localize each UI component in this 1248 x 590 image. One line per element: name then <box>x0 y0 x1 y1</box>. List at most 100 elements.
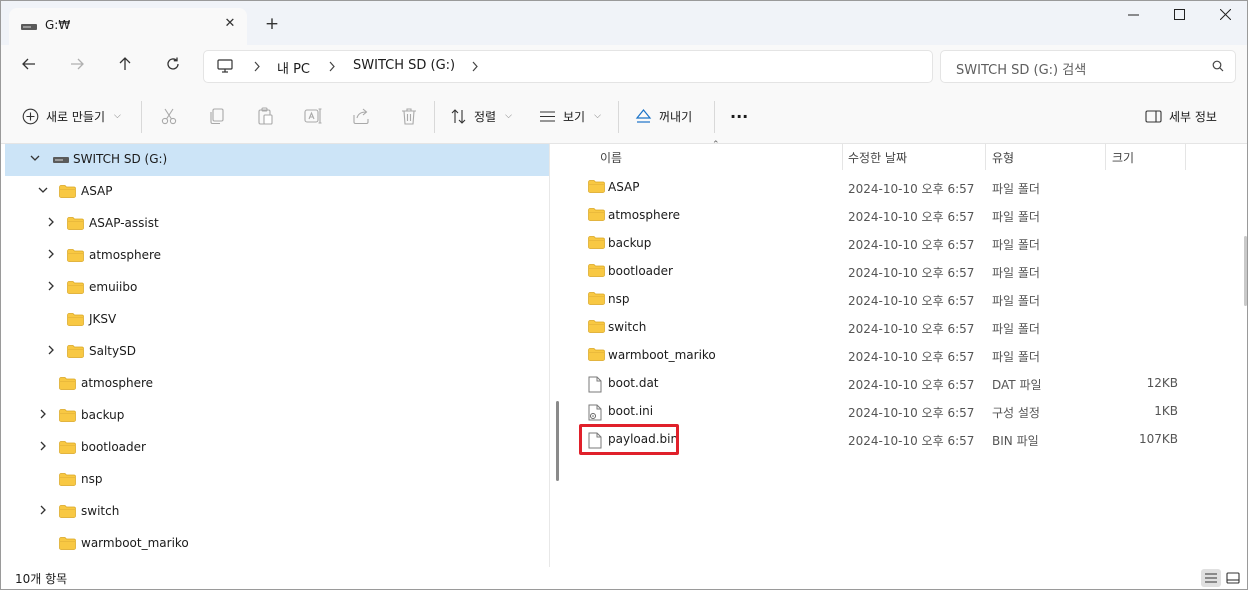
tiles-view-button[interactable] <box>1223 569 1243 587</box>
tree-label: atmosphere <box>81 376 153 390</box>
chevron-down-icon[interactable] <box>37 185 49 197</box>
column-header-size[interactable]: 크기 <box>1112 149 1134 175</box>
file-name: boot.ini <box>608 404 654 418</box>
tree-item-drive[interactable]: SWITCH SD (G:) <box>5 144 549 176</box>
tree-label: ASAP <box>81 184 113 198</box>
folder-row[interactable]: bootloader 2024-10-10 오후 6:57 파일 폴더 <box>567 258 1227 286</box>
copy-icon[interactable] <box>207 106 227 126</box>
details-pane-button[interactable]: 세부 정보 <box>1145 104 1217 128</box>
file-date: 2024-10-10 오후 6:57 <box>848 182 975 196</box>
refresh-button[interactable] <box>159 53 187 81</box>
tree-item[interactable]: switch <box>5 496 549 528</box>
breadcrumb-this-pc[interactable]: 내 PC <box>277 58 310 77</box>
folder-icon <box>67 217 84 230</box>
chevron-right-icon[interactable] <box>471 61 479 72</box>
minimize-icon <box>1127 14 1139 16</box>
file-type: 파일 폴더 <box>992 294 1040 308</box>
folder-icon <box>588 236 605 249</box>
cut-icon[interactable] <box>159 106 179 126</box>
chevron-right-icon[interactable] <box>37 441 49 453</box>
tree-item[interactable]: JKSV <box>5 304 549 336</box>
tab-active[interactable]: G:₩ ✕ <box>9 8 247 45</box>
tree-item[interactable]: bootloader <box>5 432 549 464</box>
chevron-right-icon[interactable] <box>328 61 336 72</box>
eject-button[interactable]: 꺼내기 <box>635 104 692 128</box>
column-divider[interactable] <box>842 144 843 170</box>
close-button[interactable] <box>1202 6 1247 26</box>
file-name: nsp <box>608 292 630 306</box>
column-divider[interactable] <box>985 144 986 170</box>
details-view-button[interactable] <box>1201 569 1221 587</box>
folder-row[interactable]: atmosphere 2024-10-10 오후 6:57 파일 폴더 <box>567 202 1227 230</box>
chevron-right-icon[interactable] <box>45 217 57 229</box>
file-row[interactable]: boot.dat 2024-10-10 오후 6:57 DAT 파일 12KB <box>567 370 1227 398</box>
address-bar[interactable]: 내 PC SWITCH SD (G:) <box>203 50 933 83</box>
file-type: 파일 폴더 <box>992 322 1040 336</box>
up-button[interactable] <box>111 53 139 81</box>
column-header-name[interactable]: 이름 <box>600 149 622 175</box>
chevron-right-icon[interactable] <box>37 409 49 421</box>
chevron-right-icon[interactable] <box>45 281 57 293</box>
folder-icon <box>59 473 76 486</box>
search-box[interactable]: SWITCH SD (G:) 검색 <box>940 50 1236 83</box>
chevron-down-icon: ⌵ <box>114 111 121 121</box>
tab-close-button[interactable]: ✕ <box>221 15 239 33</box>
column-divider[interactable] <box>1105 144 1106 170</box>
file-size: 12KB <box>1146 376 1178 390</box>
sort-button[interactable]: 정렬 ⌵ <box>450 104 512 128</box>
breadcrumb-drive[interactable]: SWITCH SD (G:) <box>353 58 455 73</box>
paste-icon[interactable] <box>255 106 275 126</box>
rename-icon[interactable] <box>303 106 323 126</box>
item-count: 10개 항목 <box>15 572 68 586</box>
chevron-right-icon[interactable] <box>253 61 261 72</box>
new-button[interactable]: 새로 만들기 ⌵ <box>22 104 121 128</box>
search-icon[interactable] <box>1212 60 1224 72</box>
forward-button[interactable] <box>63 53 91 81</box>
file-type: 파일 폴더 <box>992 182 1040 196</box>
share-icon[interactable] <box>351 106 371 126</box>
column-header-type[interactable]: 유형 <box>992 149 1014 175</box>
chevron-right-icon[interactable] <box>45 249 57 261</box>
file-date: 2024-10-10 오후 6:57 <box>848 350 975 364</box>
folder-row[interactable]: nsp 2024-10-10 오후 6:57 파일 폴더 <box>567 286 1227 314</box>
back-button[interactable] <box>15 53 43 81</box>
folder-row[interactable]: ASAP 2024-10-10 오후 6:57 파일 폴더 <box>567 174 1227 202</box>
file-list-scrollbar[interactable] <box>1244 236 1247 306</box>
folder-row[interactable]: switch 2024-10-10 오후 6:57 파일 폴더 <box>567 314 1227 342</box>
arrow-up-icon <box>119 57 131 70</box>
maximize-button[interactable] <box>1156 6 1202 26</box>
more-options-button[interactable]: ··· <box>730 104 748 128</box>
file-row[interactable]: boot.ini 2024-10-10 오후 6:57 구성 설정 1KB <box>567 398 1227 426</box>
chevron-right-icon[interactable] <box>45 345 57 357</box>
new-label: 새로 만들기 <box>46 109 106 124</box>
folder-row[interactable]: warmboot_mariko 2024-10-10 오후 6:57 파일 폴더 <box>567 342 1227 370</box>
pane-splitter[interactable] <box>549 144 550 567</box>
chevron-down-icon[interactable] <box>29 153 41 165</box>
tree-item[interactable]: ASAP-assist <box>5 208 549 240</box>
folder-icon <box>59 185 76 198</box>
folder-row[interactable]: backup 2024-10-10 오후 6:57 파일 폴더 <box>567 230 1227 258</box>
navigation-bar: 내 PC SWITCH SD (G:) SWITCH SD (G:) 검색 <box>1 45 1247 89</box>
column-divider[interactable] <box>1185 144 1186 170</box>
view-label: 보기 <box>563 109 586 124</box>
file-name: switch <box>608 320 647 334</box>
navigation-pane-scrollbar[interactable] <box>556 401 559 481</box>
file-date: 2024-10-10 오후 6:57 <box>848 266 975 280</box>
chevron-down-icon: ⌵ <box>594 111 601 121</box>
tree-item[interactable]: nsp <box>5 464 549 496</box>
view-button[interactable]: 보기 ⌵ <box>539 104 601 128</box>
tree-item[interactable]: emuiibo <box>5 272 549 304</box>
tree-item[interactable]: ASAP <box>5 176 549 208</box>
new-tab-button[interactable]: + <box>263 15 281 33</box>
tree-item[interactable]: warmboot_mariko <box>5 528 549 560</box>
chevron-right-icon[interactable] <box>37 505 49 517</box>
column-header-date[interactable]: 수정한 날짜 <box>848 149 907 175</box>
search-placeholder[interactable]: SWITCH SD (G:) 검색 <box>956 59 1086 78</box>
delete-icon[interactable] <box>399 106 419 126</box>
tree-item[interactable]: SaltySD <box>5 336 549 368</box>
tree-item[interactable]: backup <box>5 400 549 432</box>
tree-item[interactable]: atmosphere <box>5 368 549 400</box>
details-view-icon <box>1205 573 1217 583</box>
tree-item[interactable]: atmosphere <box>5 240 549 272</box>
minimize-button[interactable] <box>1110 6 1156 26</box>
